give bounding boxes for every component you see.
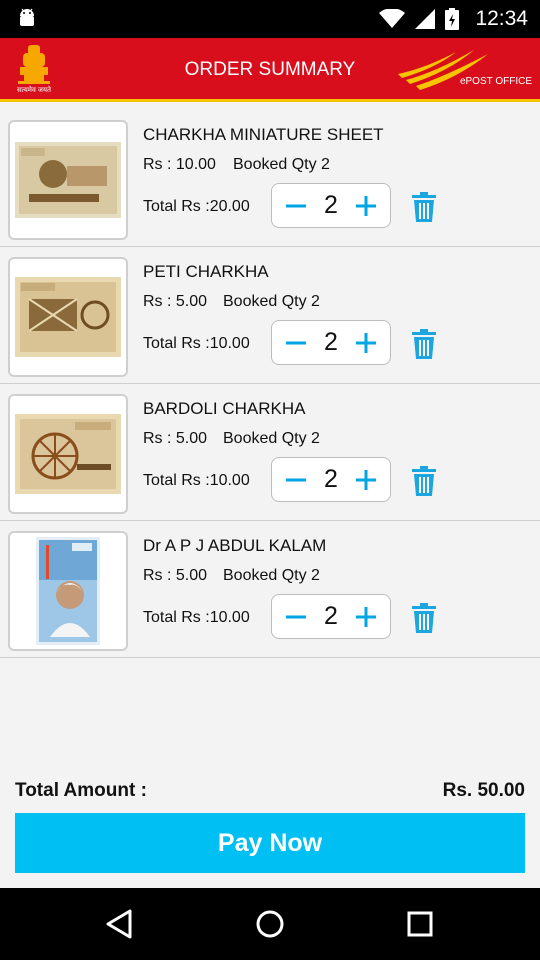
decrease-quantity-button[interactable] xyxy=(276,458,316,501)
quantity-value: 2 xyxy=(324,191,338,219)
stamp-image-abdul-kalam xyxy=(36,537,100,645)
stamp-image-charkha-miniature-sheet xyxy=(15,142,121,218)
android-icon xyxy=(20,8,34,26)
trash-icon[interactable] xyxy=(410,328,438,360)
increase-quantity-button[interactable] xyxy=(346,458,386,501)
back-triangle-icon[interactable] xyxy=(102,906,138,942)
battery-icon xyxy=(445,8,460,30)
item-booked-qty: Booked Qty 2 xyxy=(223,293,320,310)
emblem-motto: सत्यमेव जयते xyxy=(16,87,52,94)
stamp-thumbnail[interactable] xyxy=(8,120,128,240)
pay-now-button[interactable]: Pay Now xyxy=(15,813,525,873)
minus-icon xyxy=(286,204,306,207)
quantity-value: 2 xyxy=(324,328,338,356)
stamp-thumbnail[interactable] xyxy=(8,531,128,651)
plus-icon xyxy=(356,332,376,353)
increase-quantity-button[interactable] xyxy=(346,184,386,227)
recents-square-icon[interactable] xyxy=(402,906,438,942)
order-list: CHARKHA MINIATURE SHEET Rs : 10.00 Booke… xyxy=(0,110,540,658)
order-item: BARDOLI CHARKHA Rs : 5.00 Booked Qty 2 T… xyxy=(0,384,540,521)
status-bar: 12:34 xyxy=(0,0,540,38)
signal-icon xyxy=(415,9,436,29)
increase-quantity-button[interactable] xyxy=(346,321,386,364)
item-total: Total Rs :10.00 xyxy=(143,609,250,626)
item-booked-qty: Booked Qty 2 xyxy=(233,156,330,173)
plus-icon xyxy=(356,606,376,627)
system-nav-bar xyxy=(0,888,540,960)
wifi-icon xyxy=(379,9,406,28)
item-name: Dr A P J ABDUL KALAM xyxy=(143,536,327,555)
order-footer: Total Amount : Rs. 50.00 Pay Now xyxy=(0,770,540,888)
decrease-quantity-button[interactable] xyxy=(276,595,316,638)
minus-icon xyxy=(286,615,306,618)
item-total: Total Rs :20.00 xyxy=(143,198,250,215)
increase-quantity-button[interactable] xyxy=(346,595,386,638)
trash-icon[interactable] xyxy=(410,602,438,634)
stamp-image-bardoli-charkha xyxy=(15,414,121,494)
status-time: 12:34 xyxy=(475,7,528,30)
quantity-stepper: 2 xyxy=(271,457,391,502)
item-name: CHARKHA MINIATURE SHEET xyxy=(143,125,384,144)
item-booked-qty: Booked Qty 2 xyxy=(223,430,320,447)
plus-icon xyxy=(356,469,376,490)
order-item: CHARKHA MINIATURE SHEET Rs : 10.00 Booke… xyxy=(0,110,540,247)
minus-icon xyxy=(286,478,306,481)
item-price: Rs : 5.00 xyxy=(143,430,208,447)
quantity-stepper: 2 xyxy=(271,320,391,365)
stamp-thumbnail[interactable] xyxy=(8,257,128,377)
item-total: Total Rs :10.00 xyxy=(143,335,250,352)
quantity-value: 2 xyxy=(324,465,338,493)
decrease-quantity-button[interactable] xyxy=(276,321,316,364)
order-item: Dr A P J ABDUL KALAM Rs : 5.00 Booked Qt… xyxy=(0,521,540,658)
item-total: Total Rs :10.00 xyxy=(143,472,250,489)
trash-icon[interactable] xyxy=(410,191,438,223)
decrease-quantity-button[interactable] xyxy=(276,184,316,227)
item-price: Rs : 10.00 xyxy=(143,156,216,173)
item-booked-qty: Booked Qty 2 xyxy=(223,567,320,584)
quantity-value: 2 xyxy=(324,602,338,630)
stamp-thumbnail[interactable] xyxy=(8,394,128,514)
item-price: Rs : 5.00 xyxy=(143,293,208,310)
trash-icon[interactable] xyxy=(410,465,438,497)
total-amount-value: Rs. 50.00 xyxy=(442,780,525,801)
item-price: Rs : 5.00 xyxy=(143,567,208,584)
plus-icon xyxy=(356,195,376,216)
brand-text: ePOST OFFICE xyxy=(459,76,532,87)
quantity-stepper: 2 xyxy=(271,594,391,639)
stamp-image-peti-charkha xyxy=(15,277,121,357)
total-amount-label: Total Amount : xyxy=(15,780,147,801)
item-name: BARDOLI CHARKHA xyxy=(143,399,306,418)
quantity-stepper: 2 xyxy=(271,183,391,228)
order-item: PETI CHARKHA Rs : 5.00 Booked Qty 2 Tota… xyxy=(0,247,540,384)
app-bar: सत्यमेव जयते ORDER SUMMARY ePOST OFFICE xyxy=(0,38,540,102)
page-title: ORDER SUMMARY xyxy=(184,59,356,80)
item-name: PETI CHARKHA xyxy=(143,262,269,281)
minus-icon xyxy=(286,341,306,344)
home-circle-icon[interactable] xyxy=(252,906,288,942)
